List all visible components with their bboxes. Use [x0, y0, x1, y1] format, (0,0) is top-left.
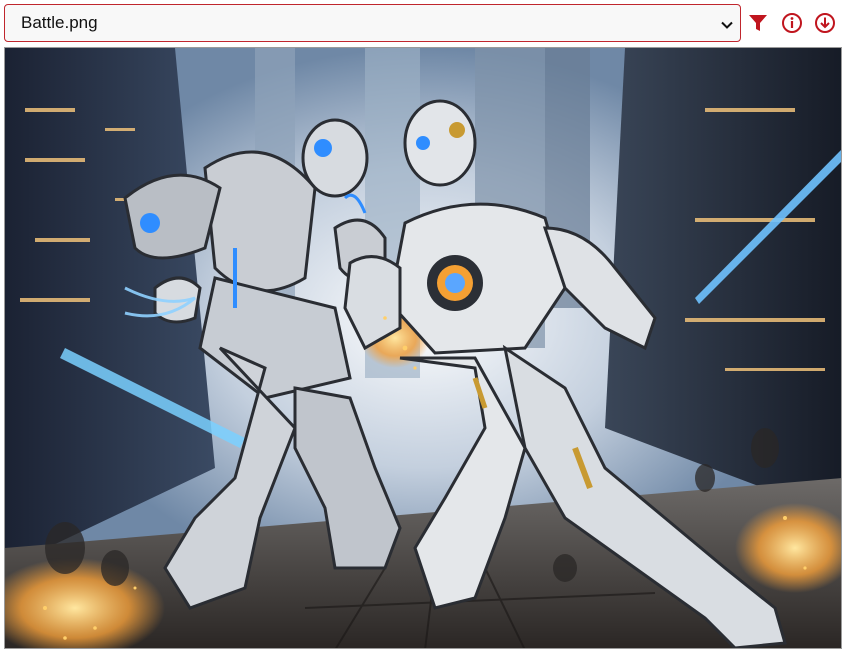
chevron-down-icon	[720, 17, 734, 31]
battle-image	[5, 48, 841, 648]
file-select-value: Battle.png	[21, 13, 98, 32]
filter-icon	[747, 12, 769, 34]
download-button[interactable]	[812, 10, 838, 36]
filter-button[interactable]	[745, 10, 771, 36]
info-icon	[781, 12, 803, 34]
toolbar: Battle.png	[4, 4, 842, 42]
download-icon	[814, 12, 836, 34]
file-select[interactable]: Battle.png	[4, 4, 741, 42]
image-viewer	[4, 47, 842, 649]
info-button[interactable]	[779, 10, 805, 36]
